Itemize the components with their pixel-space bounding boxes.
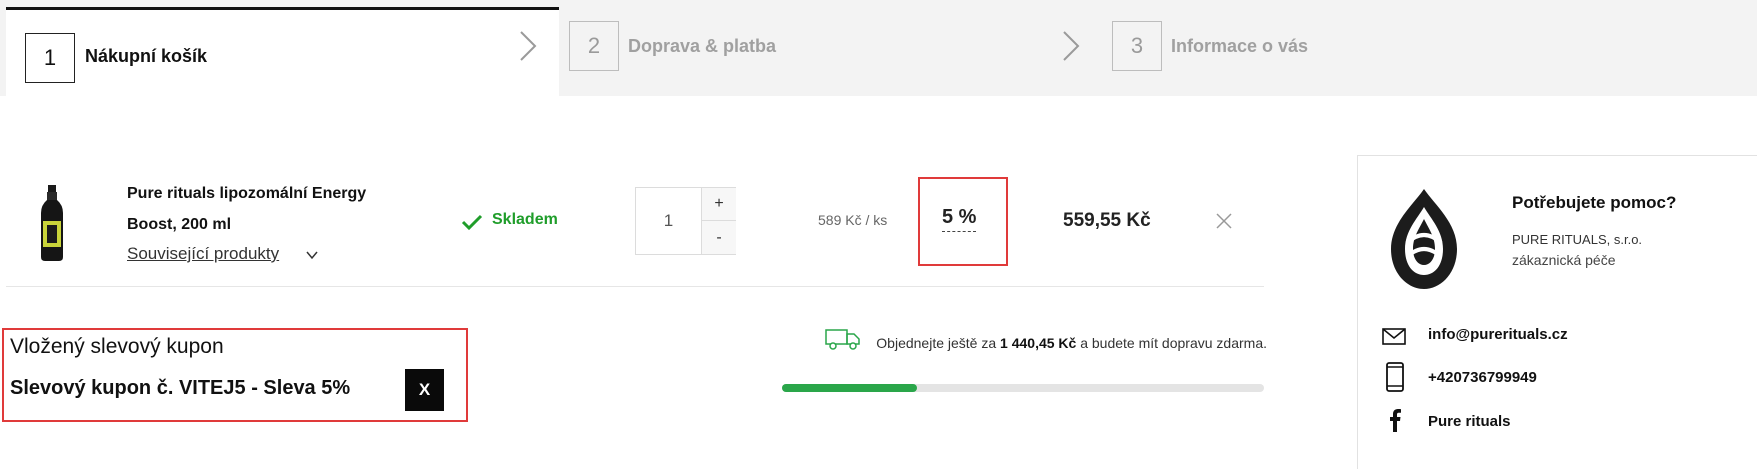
coupon-title: Vložený slevový kupon — [10, 335, 224, 358]
shipping-progress-fill — [782, 384, 917, 392]
stock-status: Skladem — [492, 211, 558, 228]
help-company: PURE RITUALS, s.r.o. — [1512, 232, 1643, 247]
step-number: 3 — [1112, 21, 1162, 71]
brand-logo — [1391, 189, 1457, 289]
close-icon[interactable] — [1214, 211, 1234, 231]
checkout-steps: 1 Nákupní košík 2 Doprava & platba 3 Inf… — [0, 0, 1757, 96]
chevron-right-icon — [520, 31, 537, 61]
step-cart[interactable]: 1 Nákupní košík — [6, 7, 559, 96]
shipping-remaining-amount: 1 440,45 Kč — [1000, 335, 1077, 351]
check-icon — [461, 214, 483, 231]
shipping-progress-bar — [782, 384, 1264, 392]
remove-coupon-button[interactable]: X — [405, 369, 444, 411]
truck-icon — [825, 329, 860, 350]
quantity-decrease-button[interactable]: - — [701, 221, 736, 254]
related-products-link[interactable]: Související produkty — [127, 244, 279, 264]
shipping-text-after: a budete mít dopravu zdarma. — [1080, 335, 1267, 351]
step-label: Doprava & platba — [628, 36, 777, 56]
row-divider — [6, 286, 1264, 287]
step-number: 2 — [569, 21, 619, 71]
email-link[interactable]: info@purerituals.cz — [1428, 326, 1568, 343]
chevron-down-icon[interactable] — [305, 248, 319, 262]
step-label: Nákupní košík — [85, 46, 208, 66]
help-title: Potřebujete pomoc? — [1512, 193, 1677, 212]
quantity-increase-button[interactable]: + — [701, 188, 736, 221]
quantity-input[interactable]: 1 — [636, 188, 701, 254]
product-image[interactable] — [38, 185, 66, 261]
quantity-stepper: 1 + - — [635, 187, 736, 255]
facebook-link[interactable]: Pure rituals — [1428, 413, 1511, 430]
step-label: Informace o vás — [1171, 36, 1309, 56]
product-name-link[interactable]: Pure rituals lipozomální Energy Boost, 2… — [127, 178, 417, 240]
shipping-text-before: Objednejte ještě za — [876, 335, 997, 351]
facebook-icon — [1390, 409, 1401, 432]
item-total-price: 559,55 Kč — [1063, 210, 1151, 231]
envelope-icon — [1382, 328, 1406, 345]
chevron-right-icon — [1063, 31, 1080, 61]
discount-value: 5 % — [942, 206, 977, 232]
coupon-code-text: Slevový kupon č. VITEJ5 - Sleva 5% — [10, 377, 351, 399]
help-role: zákaznická péče — [1512, 252, 1616, 268]
phone-link[interactable]: +420736799949 — [1428, 369, 1537, 386]
unit-price: 589 Kč / ks — [818, 212, 888, 228]
free-shipping-message: Objednejte ještě za 1 440,45 Kč a budete… — [867, 329, 1267, 357]
step-number: 1 — [25, 33, 75, 83]
phone-icon — [1386, 362, 1404, 392]
